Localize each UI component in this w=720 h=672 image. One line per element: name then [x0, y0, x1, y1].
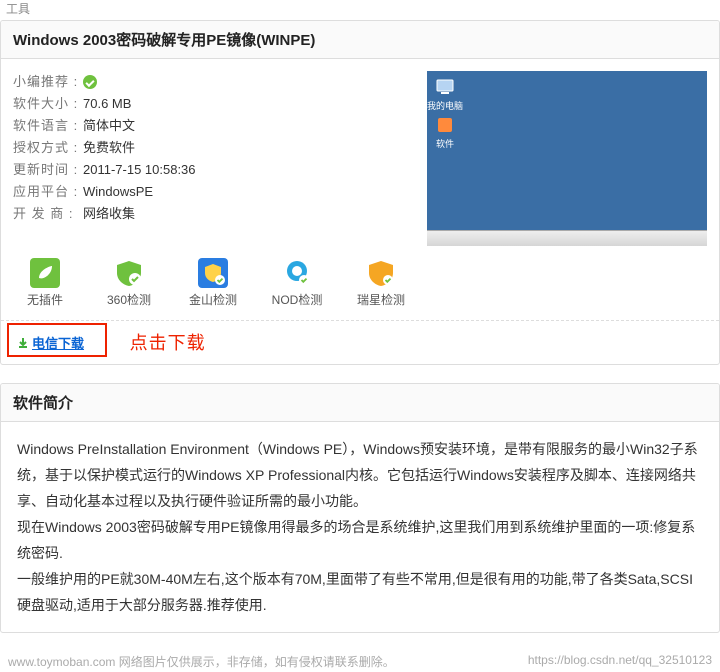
click-hint: 点击下载 — [130, 329, 206, 355]
download-section: 电信下载 点击下载 — [1, 320, 719, 364]
value-updated: 2011-7-15 10:58:36 — [83, 159, 196, 181]
download-arrow-icon — [17, 337, 29, 349]
info-table: 小编推荐 : 软件大小 : 70.6 MB 软件语言 : 简体中文 授权方式 :… — [13, 71, 409, 246]
label-platform: 应用平台 : — [13, 181, 83, 203]
shield-icon — [198, 258, 228, 288]
description-paragraph: 现在Windows 2003密码破解专用PE镜像用得最多的场合是系统维护,这里我… — [17, 514, 703, 566]
check-label: 360检测 — [107, 293, 151, 307]
virus-check-row: 无插件 360检测 金山检测 NOD检测 瑞星检测 — [1, 258, 719, 320]
description-panel: 软件简介 Windows PreInstallation Environment… — [0, 383, 720, 633]
description-header: 软件简介 — [1, 384, 719, 422]
software-title: Windows 2003密码破解专用PE镜像(WINPE) — [1, 21, 719, 59]
shield-icon — [114, 258, 144, 288]
download-label: 电信下载 — [32, 333, 84, 352]
label-dev: 开 发 商 : — [13, 203, 83, 225]
footer: www.toymoban.com 网络图片仅供展示，非存储，如有侵权请联系删除。… — [0, 651, 720, 672]
value-lang: 简体中文 — [83, 115, 135, 137]
download-link-telecom[interactable]: 电信下载 — [11, 327, 98, 358]
value-license: 免费软件 — [83, 137, 135, 159]
shield-icon — [282, 258, 312, 288]
check-360: 360检测 — [99, 258, 159, 308]
desktop-icon-label: 软件 — [427, 137, 463, 150]
label-license: 授权方式 : — [13, 137, 83, 159]
shield-icon — [366, 258, 396, 288]
label-size: 软件大小 : — [13, 93, 83, 115]
desktop-icon-computer — [435, 77, 455, 97]
screenshot-thumbnail[interactable]: 我的电脑 软件 — [427, 71, 707, 246]
desktop-icon-label: 我的电脑 — [427, 99, 463, 112]
check-icon — [83, 75, 97, 89]
description-body: Windows PreInstallation Environment（Wind… — [1, 422, 719, 632]
check-label: NOD检测 — [272, 293, 323, 307]
description-paragraph: 一般维护用的PE就30M-40M左右,这个版本有70M,里面带了有些不常用,但是… — [17, 566, 703, 618]
check-label: 瑞星检测 — [357, 293, 405, 307]
check-nod: NOD检测 — [267, 258, 327, 308]
breadcrumb: 工具 — [0, 0, 720, 20]
check-label: 无插件 — [27, 293, 63, 307]
software-info-panel: Windows 2003密码破解专用PE镜像(WINPE) 小编推荐 : 软件大… — [0, 20, 720, 365]
check-rising: 瑞星检测 — [351, 258, 411, 308]
label-updated: 更新时间 : — [13, 159, 83, 181]
description-paragraph: Windows PreInstallation Environment（Wind… — [17, 436, 703, 514]
check-label: 金山检测 — [189, 293, 237, 307]
check-no-plugin: 无插件 — [15, 258, 75, 308]
footer-watermark: https://blog.csdn.net/qq_32510123 — [528, 653, 712, 670]
value-dev: 网络收集 — [83, 203, 135, 225]
value-platform: WindowsPE — [83, 181, 153, 203]
value-size: 70.6 MB — [83, 93, 131, 115]
leaf-icon — [30, 258, 60, 288]
check-jinshan: 金山检测 — [183, 258, 243, 308]
footer-left: www.toymoban.com 网络图片仅供展示，非存储，如有侵权请联系删除。 — [8, 653, 395, 670]
desktop-icon-app — [435, 115, 455, 135]
label-recommend: 小编推荐 : — [13, 71, 83, 93]
label-lang: 软件语言 : — [13, 115, 83, 137]
taskbar — [427, 230, 707, 246]
